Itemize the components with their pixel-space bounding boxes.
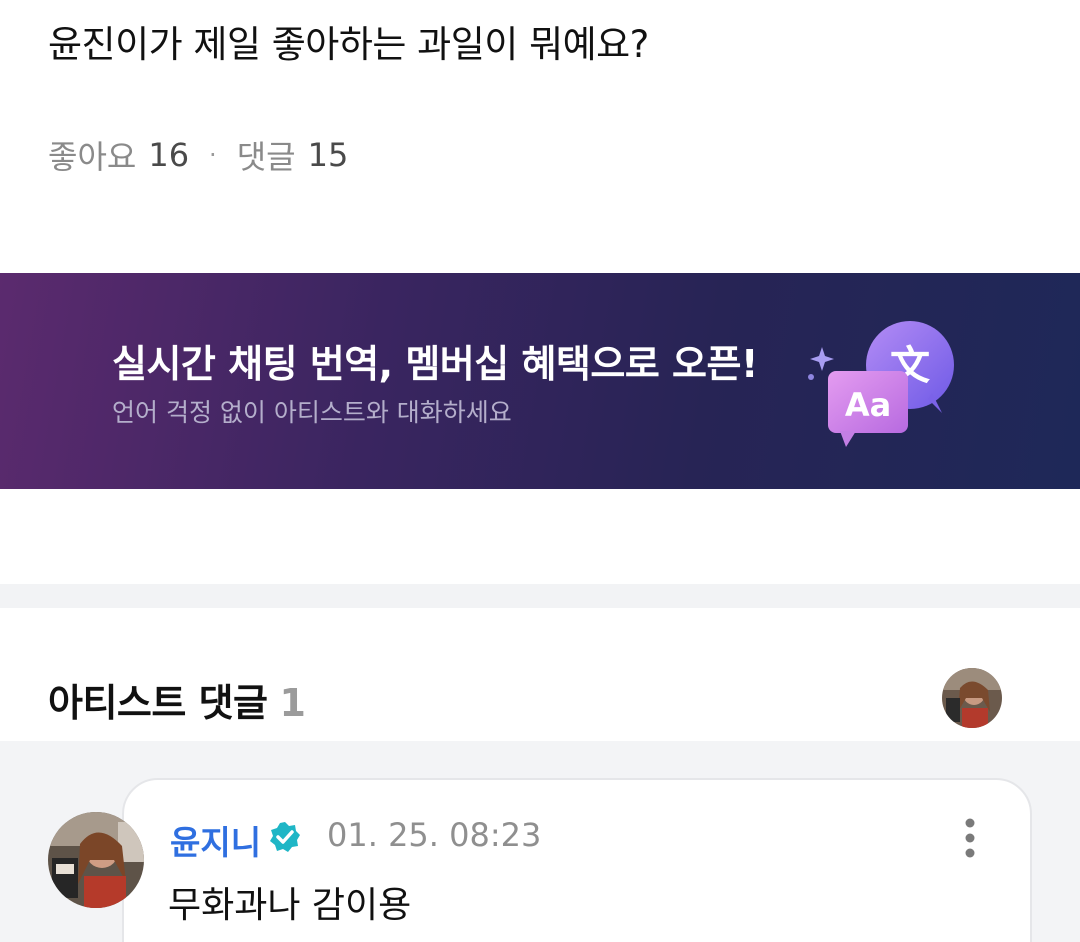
- comments-label[interactable]: 댓글: [237, 132, 296, 178]
- comment-text: 무화과나 감이용: [168, 885, 412, 926]
- bubble-front-text: Aa: [845, 386, 891, 424]
- post-detail-page: 윤진이가 제일 좋아하는 과일이 뭐예요? 좋아요 16 · 댓글 15 실시간…: [0, 0, 1080, 942]
- translate-bubble-icon: 文 Aa: [808, 321, 954, 447]
- artist-avatar[interactable]: [942, 668, 1002, 728]
- banner-title: 실시간 채팅 번역, 멤버십 혜택으로 오픈!: [112, 342, 758, 386]
- avatar-photo: [942, 668, 1002, 728]
- post-title: 윤진이가 제일 좋아하는 과일이 뭐예요?: [48, 23, 649, 66]
- membership-promo-banner[interactable]: 실시간 채팅 번역, 멤버십 혜택으로 오픈! 언어 걱정 없이 아티스트와 대…: [0, 273, 1080, 489]
- meta-separator: ·: [209, 141, 217, 169]
- comment-timestamp: 01. 25. 08:23: [327, 816, 542, 854]
- likes-count: 16: [148, 136, 190, 174]
- artist-comments-title: 아티스트 댓글: [48, 681, 268, 725]
- avatar-photo: [48, 812, 144, 908]
- comments-count: 15: [307, 136, 349, 174]
- comment-author-avatar[interactable]: [48, 812, 144, 908]
- likes-label[interactable]: 좋아요: [48, 132, 136, 178]
- artist-comments-count: 1: [279, 681, 306, 725]
- verified-badge-icon: [270, 822, 300, 852]
- banner-subtitle: 언어 걱정 없이 아티스트와 대화하세요: [112, 398, 512, 427]
- comment-author-name[interactable]: 윤지니: [170, 816, 261, 864]
- artist-comments-heading: 아티스트 댓글 1: [48, 672, 306, 727]
- more-vertical-icon[interactable]: [952, 814, 988, 862]
- post-meta: 좋아요 16 · 댓글 15: [48, 132, 348, 178]
- section-divider: [0, 584, 1080, 608]
